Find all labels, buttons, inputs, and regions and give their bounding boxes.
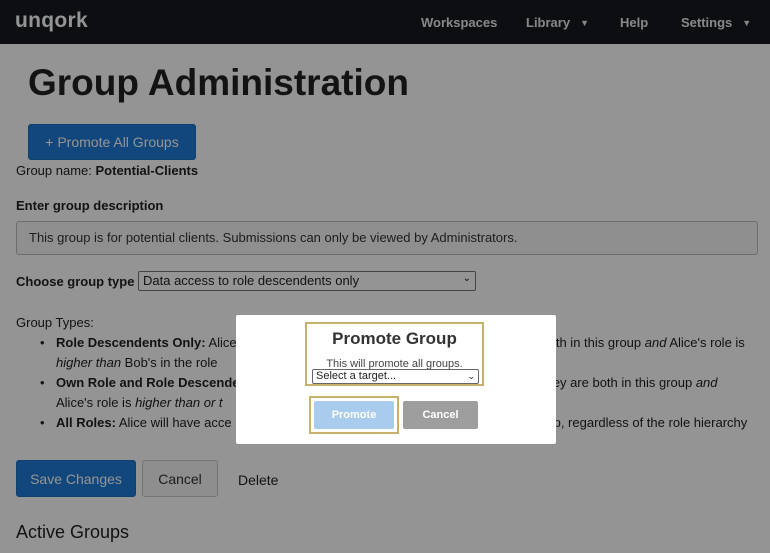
chevron-down-icon: ⌄ bbox=[467, 371, 475, 381]
modal-promote-button[interactable]: Promote bbox=[314, 401, 394, 429]
modal-overlay[interactable] bbox=[0, 0, 770, 553]
promote-group-modal: Promote Group This will promote all grou… bbox=[236, 315, 556, 444]
target-select-placeholder: Select a target... bbox=[316, 370, 397, 382]
modal-title: Promote Group bbox=[332, 329, 457, 348]
modal-cancel-button[interactable]: Cancel bbox=[403, 401, 478, 429]
target-select[interactable]: Select a target... ⌄ bbox=[312, 369, 479, 384]
